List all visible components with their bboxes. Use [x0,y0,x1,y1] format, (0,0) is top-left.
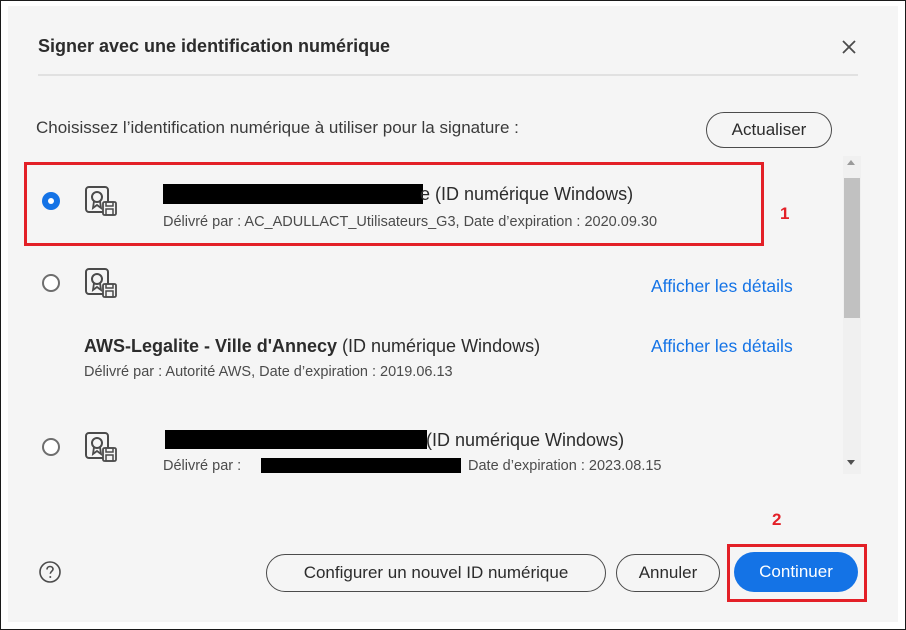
show-details-link[interactable]: Afficher les détails [651,336,793,357]
scroll-thumb[interactable] [844,178,860,318]
scroll-down-arrow-icon[interactable] [847,460,855,465]
id-name: AWS-Legalite - Ville d'Annecy (ID numéri… [84,336,540,357]
cancel-button[interactable]: Annuler [616,554,720,592]
configure-new-id-button[interactable]: Configurer un nouvel ID numérique [266,554,606,592]
dialog-title: Signer avec une identification numérique [38,36,391,56]
close-icon[interactable] [838,36,860,58]
title-divider [38,74,858,76]
certificate-icon [85,268,117,298]
help-icon[interactable] [38,560,62,584]
radio-unselected[interactable] [42,438,60,456]
scroll-up-arrow-icon[interactable] [847,160,855,165]
list-item[interactable]: AWS-Legalite - Ville d'Annecy (ID numéri… [28,316,843,416]
certificate-icon [85,432,117,462]
sign-dialog: Signer avec une identification numérique… [8,6,898,622]
annotation-highlight-1 [24,162,764,246]
id-name: (ID numérique Windows) [426,430,625,450]
id-expiration: Date d’expiration : 2023.08.15 [468,458,662,474]
continue-button[interactable]: Continuer [734,552,858,592]
instruction-text: Choisissez l’identification numérique à … [36,118,519,137]
list-item[interactable]: Afficher les détails [28,256,843,316]
redacted-name [165,430,427,449]
redacted-issuer [261,458,461,473]
annotation-number-1: 1 [780,204,790,223]
id-name-text: AWS-Legalite - Ville d'Annecy [84,336,338,356]
id-issuer: Délivré par : Autorité AWS, Date d’expir… [84,364,453,380]
id-issuer-prefix: Délivré par : [163,458,242,474]
show-details-link[interactable]: Afficher les détails [651,276,793,297]
refresh-button[interactable]: Actualiser [706,112,832,148]
annotation-number-2: 2 [772,510,782,529]
list-scrollbar[interactable] [843,156,861,474]
id-type: (ID numérique Windows) [337,336,541,356]
radio-unselected[interactable] [42,274,60,292]
list-item[interactable]: (ID numérique Windows) Délivré par : Dat… [28,416,843,474]
